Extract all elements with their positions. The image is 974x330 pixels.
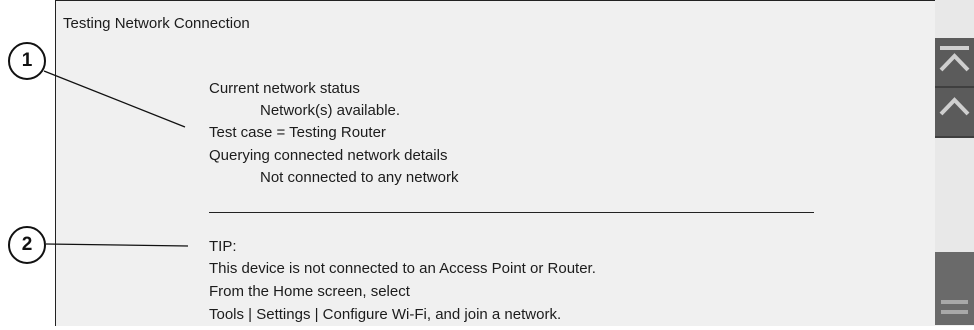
- callout-1: 1: [8, 42, 46, 80]
- callout-2: 2: [8, 226, 46, 264]
- callout-leaders: [43, 70, 189, 247]
